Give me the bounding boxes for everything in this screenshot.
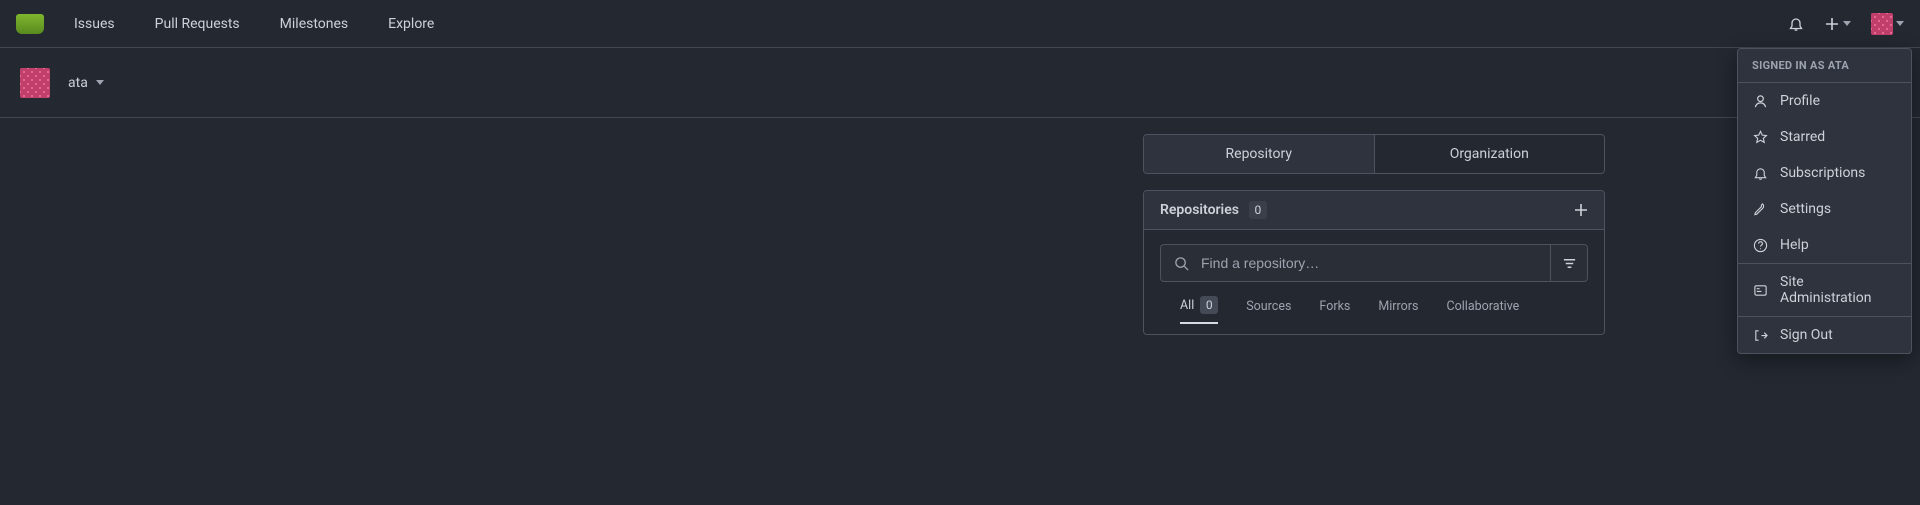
- switch-organization[interactable]: Organization: [1374, 135, 1605, 173]
- repositories-title: Repositories: [1160, 202, 1239, 218]
- menu-profile-label: Profile: [1780, 93, 1820, 109]
- notifications-button[interactable]: [1788, 16, 1804, 32]
- nav-explore[interactable]: Explore: [388, 16, 434, 32]
- dropdown-header-prefix: SIGNED IN AS: [1752, 59, 1828, 72]
- tab-all-count: 0: [1200, 296, 1218, 314]
- menu-starred-label: Starred: [1780, 129, 1825, 145]
- menu-profile[interactable]: Profile: [1738, 83, 1911, 119]
- context-bar: ata: [0, 48, 1920, 118]
- user-dropdown: SIGNED IN AS ATA Profile Starred Subscri…: [1737, 48, 1912, 354]
- person-icon: [1752, 93, 1768, 109]
- sign-out-icon: [1752, 327, 1768, 343]
- context-avatar: [20, 68, 50, 98]
- menu-sign-out-label: Sign Out: [1780, 327, 1833, 343]
- repo-filter-button[interactable]: [1550, 244, 1588, 282]
- dropdown-header: SIGNED IN AS ATA: [1738, 49, 1911, 83]
- repositories-card: Repositories 0: [1143, 190, 1605, 335]
- nav-pull-requests[interactable]: Pull Requests: [155, 16, 240, 32]
- search-icon: [1173, 255, 1189, 271]
- repositories-header: Repositories 0: [1144, 191, 1604, 230]
- bell-icon: [1752, 165, 1768, 181]
- plus-icon: [1824, 16, 1840, 32]
- repo-search-input[interactable]: [1199, 254, 1538, 272]
- menu-sign-out[interactable]: Sign Out: [1738, 317, 1911, 353]
- nav-milestones[interactable]: Milestones: [280, 16, 349, 32]
- tab-collaborative[interactable]: Collaborative: [1446, 296, 1519, 324]
- dashboard-panel: Repository Organization Repositories 0: [1143, 134, 1605, 335]
- menu-site-admin-label: Site Administration: [1780, 274, 1897, 306]
- repo-search-box: [1160, 244, 1550, 282]
- tab-all-label: All: [1180, 298, 1194, 313]
- menu-settings[interactable]: Settings: [1738, 191, 1911, 227]
- menu-help-label: Help: [1780, 237, 1809, 253]
- nav-links: Issues Pull Requests Milestones Explore: [74, 16, 434, 32]
- menu-settings-label: Settings: [1780, 201, 1831, 217]
- new-repo-button[interactable]: [1574, 203, 1588, 217]
- repo-org-switch: Repository Organization: [1143, 134, 1605, 174]
- repositories-count: 0: [1249, 201, 1267, 219]
- repo-type-tabs: All 0 Sources Forks Mirrors Collaborativ…: [1160, 292, 1588, 324]
- chevron-down-icon: [1896, 21, 1904, 26]
- menu-subscriptions-label: Subscriptions: [1780, 165, 1865, 181]
- repositories-body: All 0 Sources Forks Mirrors Collaborativ…: [1144, 230, 1604, 334]
- dropdown-header-user: ATA: [1828, 59, 1849, 72]
- create-menu[interactable]: [1824, 16, 1851, 32]
- menu-site-admin[interactable]: Site Administration: [1738, 264, 1911, 316]
- top-navbar: Issues Pull Requests Milestones Explore: [0, 0, 1920, 48]
- tools-icon: [1752, 201, 1768, 217]
- nav-issues[interactable]: Issues: [74, 16, 115, 32]
- tab-forks[interactable]: Forks: [1319, 296, 1350, 324]
- site-logo[interactable]: [16, 14, 44, 34]
- user-menu-trigger[interactable]: [1871, 13, 1904, 35]
- context-username: ata: [68, 75, 88, 91]
- bell-icon: [1788, 16, 1804, 32]
- avatar: [1871, 13, 1893, 35]
- tab-mirrors[interactable]: Mirrors: [1378, 296, 1418, 324]
- menu-starred[interactable]: Starred: [1738, 119, 1911, 155]
- menu-help[interactable]: Help: [1738, 227, 1911, 263]
- tab-sources[interactable]: Sources: [1246, 296, 1291, 324]
- question-icon: [1752, 237, 1768, 253]
- nav-right: [1788, 13, 1904, 35]
- star-icon: [1752, 129, 1768, 145]
- menu-subscriptions[interactable]: Subscriptions: [1738, 155, 1911, 191]
- chevron-down-icon: [1843, 21, 1851, 26]
- context-switcher[interactable]: ata: [68, 75, 104, 91]
- filter-icon: [1561, 255, 1577, 271]
- admin-icon: [1752, 282, 1768, 298]
- repo-search-row: [1160, 244, 1588, 282]
- tab-all[interactable]: All 0: [1180, 296, 1218, 324]
- chevron-down-icon: [96, 80, 104, 85]
- switch-repository[interactable]: Repository: [1144, 135, 1374, 173]
